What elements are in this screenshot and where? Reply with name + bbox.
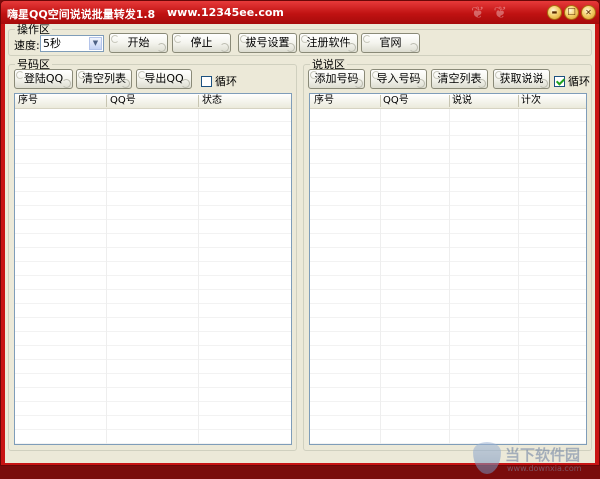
- minimize-icon: ▬: [551, 8, 558, 16]
- titlebar-decoration: ❦ ❦: [471, 3, 509, 22]
- operation-group-legend: 操作区: [17, 23, 50, 36]
- accounts-col-index[interactable]: 序号: [18, 94, 38, 108]
- posts-clear-button[interactable]: 清空列表: [431, 69, 488, 89]
- add-number-button-label: 添加号码: [314, 72, 359, 85]
- stop-button-label: 停止: [190, 36, 213, 49]
- maximize-button[interactable]: □: [564, 5, 579, 20]
- accounts-loop-label: 循环: [215, 75, 237, 88]
- start-button[interactable]: 开始: [109, 33, 168, 53]
- fetch-posts-button[interactable]: 获取说说: [493, 69, 550, 89]
- speed-label: 速度:: [14, 39, 40, 52]
- accounts-list[interactable]: 序号 QQ号 状态: [14, 93, 292, 445]
- app-window: 嗨星QQ空间说说批量转发1.8 www.12345ee.com ❦ ❦ ▬ □ …: [0, 0, 600, 474]
- watermark-logo: 当下软件园 www.downxia.com: [473, 439, 593, 479]
- accounts-col-status[interactable]: 状态: [202, 94, 222, 108]
- accounts-loop-box[interactable]: [201, 75, 212, 87]
- import-number-button-label: 导入号码: [376, 72, 421, 85]
- accounts-col-qq[interactable]: QQ号: [110, 94, 136, 108]
- posts-list[interactable]: 序号 QQ号 说说 计次: [309, 93, 587, 445]
- shield-icon: [473, 442, 501, 474]
- posts-col-qq[interactable]: QQ号: [383, 94, 409, 108]
- accounts-clear-button-label: 清空列表: [82, 72, 126, 85]
- posts-clear-button-label: 清空列表: [437, 72, 482, 85]
- window-title: 嗨星QQ空间说说批量转发1.8: [7, 8, 156, 21]
- posts-col-index[interactable]: 序号: [314, 94, 334, 108]
- website-button-label: 官网: [379, 36, 402, 49]
- register-button-label: 注册软件: [306, 36, 351, 49]
- window-url: www.12345ee.com: [167, 6, 284, 19]
- import-number-button[interactable]: 导入号码: [370, 69, 427, 89]
- title-bar[interactable]: 嗨星QQ空间说说批量转发1.8 www.12345ee.com ❦ ❦ ▬ □ …: [1, 1, 599, 24]
- dial-settings-button-label: 拔号设置: [245, 36, 290, 49]
- maximize-icon: □: [567, 7, 576, 17]
- dial-settings-button[interactable]: 拔号设置: [238, 33, 297, 53]
- posts-loop-box[interactable]: [554, 75, 565, 87]
- login-qq-button-label: 登陆QQ: [23, 72, 64, 85]
- posts-loop-label: 循环: [568, 75, 590, 88]
- accounts-clear-button[interactable]: 清空列表: [76, 69, 132, 89]
- speed-select[interactable]: 5秒 ▼: [40, 35, 104, 52]
- login-qq-button[interactable]: 登陆QQ: [14, 69, 73, 89]
- accounts-loop-checkbox[interactable]: 循环: [201, 73, 237, 89]
- chevron-down-icon[interactable]: ▼: [89, 37, 102, 50]
- close-icon: ✕: [585, 7, 592, 17]
- watermark-sub: www.downxia.com: [507, 464, 582, 473]
- close-button[interactable]: ✕: [581, 5, 596, 20]
- posts-col-count[interactable]: 计次: [521, 94, 541, 108]
- export-qq-button[interactable]: 导出QQ: [136, 69, 192, 89]
- add-number-button[interactable]: 添加号码: [308, 69, 365, 89]
- website-button[interactable]: 官网: [361, 33, 420, 53]
- accounts-list-header: 序号 QQ号 状态: [15, 94, 291, 109]
- register-button[interactable]: 注册软件: [299, 33, 358, 53]
- posts-list-header: 序号 QQ号 说说 计次: [310, 94, 586, 109]
- fetch-posts-button-label: 获取说说: [499, 72, 544, 85]
- start-button-label: 开始: [127, 36, 150, 49]
- export-qq-button-label: 导出QQ: [144, 72, 184, 85]
- client-area: 操作区 速度: 5秒 ▼ 开始 停止 拔号设置 注册软件 官网 号码区 登陆QQ…: [5, 23, 595, 474]
- watermark-text: 当下软件园: [505, 446, 581, 464]
- posts-loop-checkbox[interactable]: 循环: [554, 73, 590, 89]
- posts-col-content[interactable]: 说说: [452, 94, 472, 108]
- speed-select-value: 5秒: [43, 37, 61, 50]
- minimize-button[interactable]: ▬: [547, 5, 562, 20]
- stop-button[interactable]: 停止: [172, 33, 231, 53]
